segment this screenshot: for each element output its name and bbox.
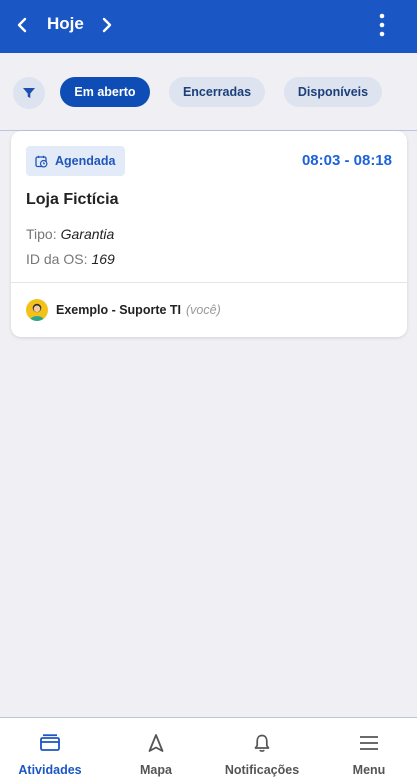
nav-mapa-label: Mapa bbox=[140, 763, 172, 777]
card-separator bbox=[11, 282, 407, 283]
navigation-arrow-icon bbox=[148, 734, 164, 752]
chevron-left-icon bbox=[17, 17, 27, 33]
filter-icon bbox=[23, 88, 35, 98]
bottom-navigation: Atividades Mapa Notificações Menu bbox=[0, 717, 417, 780]
assignee-name: Exemplo - Suporte TI bbox=[56, 303, 182, 317]
nav-notificacoes[interactable]: Notificações bbox=[212, 718, 312, 780]
nav-notificacoes-label: Notificações bbox=[224, 763, 300, 777]
user-avatar-icon bbox=[29, 303, 45, 321]
activities-icon bbox=[40, 734, 60, 751]
field-id-os: ID da OS: 169 bbox=[26, 251, 115, 267]
activity-card[interactable]: Agendada 08:03 - 08:18 Loja Fictícia Tip… bbox=[11, 131, 407, 337]
status-badge: Agendada bbox=[26, 146, 125, 176]
nav-atividades-label: Atividades bbox=[18, 763, 82, 777]
nav-atividades[interactable]: Atividades bbox=[10, 718, 90, 780]
filter-button[interactable] bbox=[13, 77, 45, 109]
more-options-button[interactable] bbox=[370, 12, 394, 38]
next-day-button[interactable] bbox=[95, 13, 119, 37]
field-tipo-value: Garantia bbox=[60, 226, 115, 242]
field-id-value: 169 bbox=[91, 251, 115, 267]
avatar bbox=[26, 299, 48, 321]
activity-title: Loja Fictícia bbox=[26, 191, 119, 208]
calendar-clock-icon bbox=[35, 155, 48, 168]
chevron-right-icon bbox=[102, 17, 112, 33]
activity-time: 08:03 - 08:18 bbox=[301, 152, 392, 169]
hamburger-menu-icon bbox=[360, 736, 378, 750]
field-tipo: Tipo: Garantia bbox=[26, 226, 114, 242]
nav-menu-label: Menu bbox=[352, 763, 386, 777]
assignee-you-tag: (você) bbox=[186, 303, 221, 317]
nav-mapa[interactable]: Mapa bbox=[116, 718, 196, 780]
chip-encerradas[interactable]: Encerradas bbox=[169, 77, 265, 107]
previous-day-button[interactable] bbox=[10, 13, 34, 37]
nav-menu[interactable]: Menu bbox=[329, 718, 409, 780]
filter-bar: Em aberto Encerradas Disponíveis bbox=[0, 53, 417, 130]
status-label: Agendada bbox=[55, 154, 116, 168]
chip-em-aberto[interactable]: Em aberto bbox=[60, 77, 150, 107]
app-header: Hoje bbox=[0, 0, 417, 53]
bell-icon bbox=[254, 734, 270, 752]
page-title: Hoje bbox=[47, 14, 84, 33]
field-tipo-label: Tipo: bbox=[26, 226, 57, 242]
chip-disponiveis[interactable]: Disponíveis bbox=[284, 77, 382, 107]
assignee: Exemplo - Suporte TI (você) bbox=[26, 299, 221, 321]
field-id-label: ID da OS: bbox=[26, 251, 88, 267]
more-vertical-icon bbox=[379, 13, 385, 37]
